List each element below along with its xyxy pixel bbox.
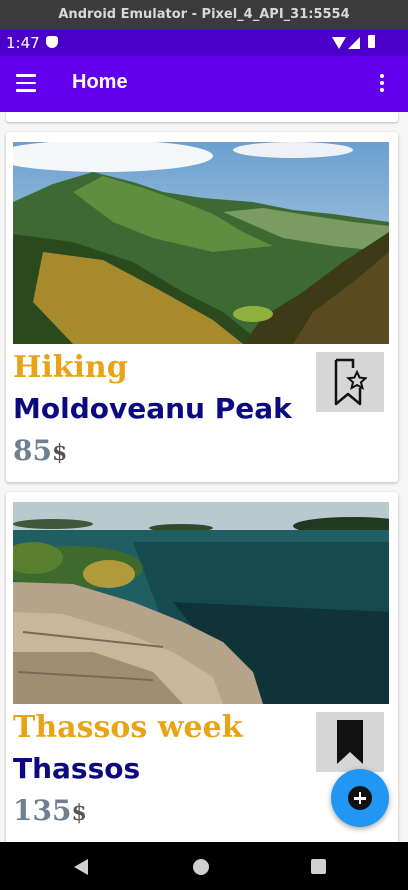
previous-card-edge (6, 112, 398, 122)
more-options-icon[interactable] (376, 74, 388, 94)
price-value: 85 (13, 434, 52, 467)
trip-name: Moldoveanu Peak (13, 392, 292, 425)
trip-price: 85$ (13, 434, 67, 467)
hamburger-menu-icon[interactable] (16, 74, 36, 92)
signal-icon (348, 37, 360, 49)
bookmark-star-outline-icon (334, 358, 367, 406)
add-circle-icon (348, 786, 372, 810)
recent-apps-icon[interactable] (311, 859, 326, 874)
trip-photo-coast (13, 502, 389, 704)
trip-photo-mountain (13, 142, 389, 344)
trip-price: 135$ (13, 794, 87, 827)
trip-list[interactable]: Hiking Moldoveanu Peak 85$ Thassos week … (0, 112, 408, 842)
back-icon[interactable] (74, 859, 88, 875)
battery-icon (368, 35, 375, 48)
system-nav-bar (0, 842, 408, 890)
favorite-toggle-button[interactable] (316, 712, 384, 772)
trip-name: Thassos (13, 752, 141, 785)
emulator-window-title: Android Emulator - Pixel_4_API_31:5554 (0, 0, 408, 30)
favorite-toggle-button[interactable] (316, 352, 384, 412)
trip-kind: Hiking (13, 350, 128, 385)
shield-icon (46, 36, 58, 48)
price-value: 135 (13, 794, 72, 827)
app-bar: Home (0, 56, 408, 112)
trip-card[interactable]: Hiking Moldoveanu Peak 85$ (6, 132, 398, 482)
price-currency: $ (71, 800, 87, 826)
home-icon[interactable] (193, 859, 209, 875)
status-bar: 1:47 (0, 30, 408, 56)
price-currency: $ (51, 440, 68, 466)
status-time: 1:47 (6, 34, 40, 52)
page-title: Home (72, 71, 128, 93)
wifi-icon (332, 37, 346, 49)
bookmark-filled-icon (337, 720, 363, 764)
trip-kind: Thassos week (13, 710, 243, 745)
add-trip-fab-button[interactable] (331, 769, 389, 827)
